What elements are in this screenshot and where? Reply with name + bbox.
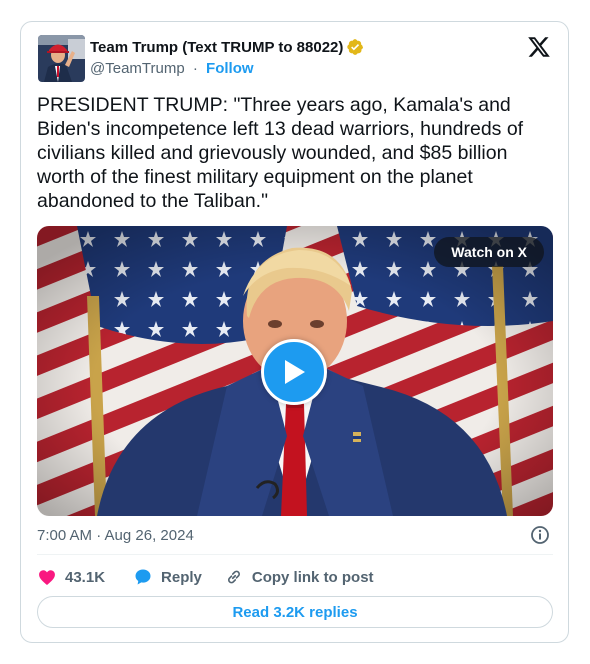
link-icon [227,570,240,584]
play-icon [285,360,305,384]
post-timestamp[interactable]: 7:00 AM · Aug 26, 2024 [37,527,194,544]
copy-link-label: Copy link to post [251,568,374,586]
verified-badge-icon [346,38,364,56]
author-name-row[interactable]: Team Trump (Text TRUMP to 88022) [90,38,364,56]
reply-label: Reply [161,568,202,586]
read-replies-button[interactable]: Read 3.2K replies [37,596,553,628]
post-text: PRESIDENT TRUMP: "Three years ago, Kamal… [37,94,524,212]
heart-icon [39,570,55,585]
reply-button[interactable]: Reply [133,567,202,587]
author-name[interactable]: Team Trump (Text TRUMP to 88022) [90,39,343,56]
avatar[interactable] [38,35,85,82]
copy-link-button[interactable]: Copy link to post [224,567,374,587]
video-player[interactable]: Watch on X [37,226,553,516]
divider [37,554,553,555]
like-button[interactable]: 43.1K [37,567,105,587]
author-handle-row: @TeamTrump · Follow [90,60,254,77]
info-icon[interactable] [530,525,550,545]
like-count: 43.1K [65,568,106,586]
handle-separator: · [192,60,198,77]
author-handle[interactable]: @TeamTrump [90,60,185,77]
reply-bubble-icon [135,569,151,585]
embedded-post-card: Team Trump (Text TRUMP to 88022) @TeamTr… [20,21,569,643]
play-button[interactable] [261,339,327,405]
x-logo-icon[interactable] [527,35,551,59]
follow-button[interactable]: Follow [206,60,254,77]
watch-on-x-button[interactable]: Watch on X [434,237,544,267]
action-bar: 43.1K Reply Copy link to post [37,565,374,589]
